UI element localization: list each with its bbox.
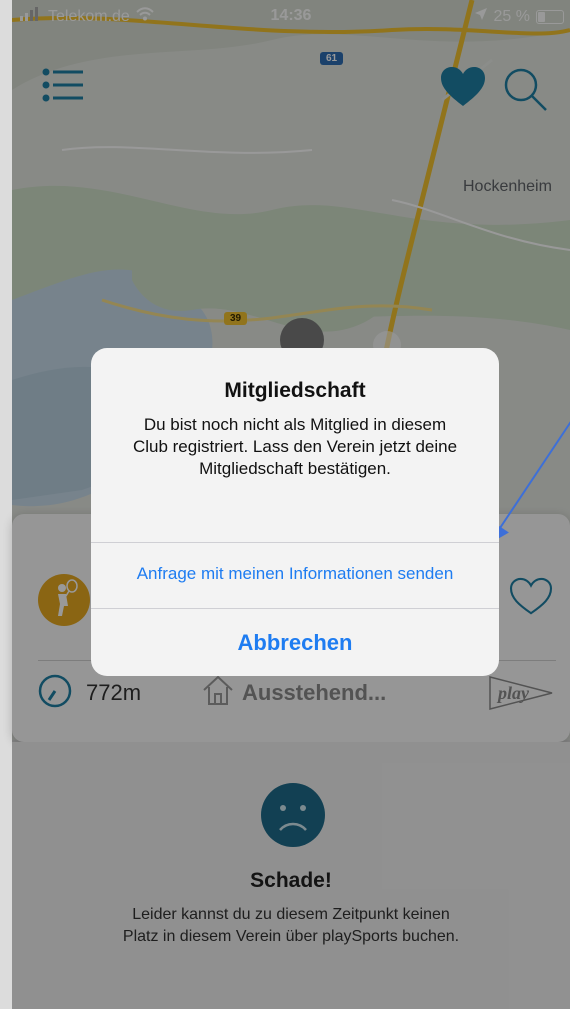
- membership-alert-dialog: Mitgliedschaft Du bist noch nicht als Mi…: [91, 348, 499, 676]
- send-request-button[interactable]: Anfrage mit meinen Informationen senden: [91, 542, 499, 605]
- cancel-button[interactable]: Abbrechen: [91, 608, 499, 676]
- alert-message: Du bist noch nicht als Mitglied in diese…: [132, 415, 458, 478]
- alert-title: Mitgliedschaft: [224, 379, 366, 402]
- app-screen: Hockenheim 61 39 Telekom.de 14:36 25 % 7…: [0, 0, 570, 1009]
